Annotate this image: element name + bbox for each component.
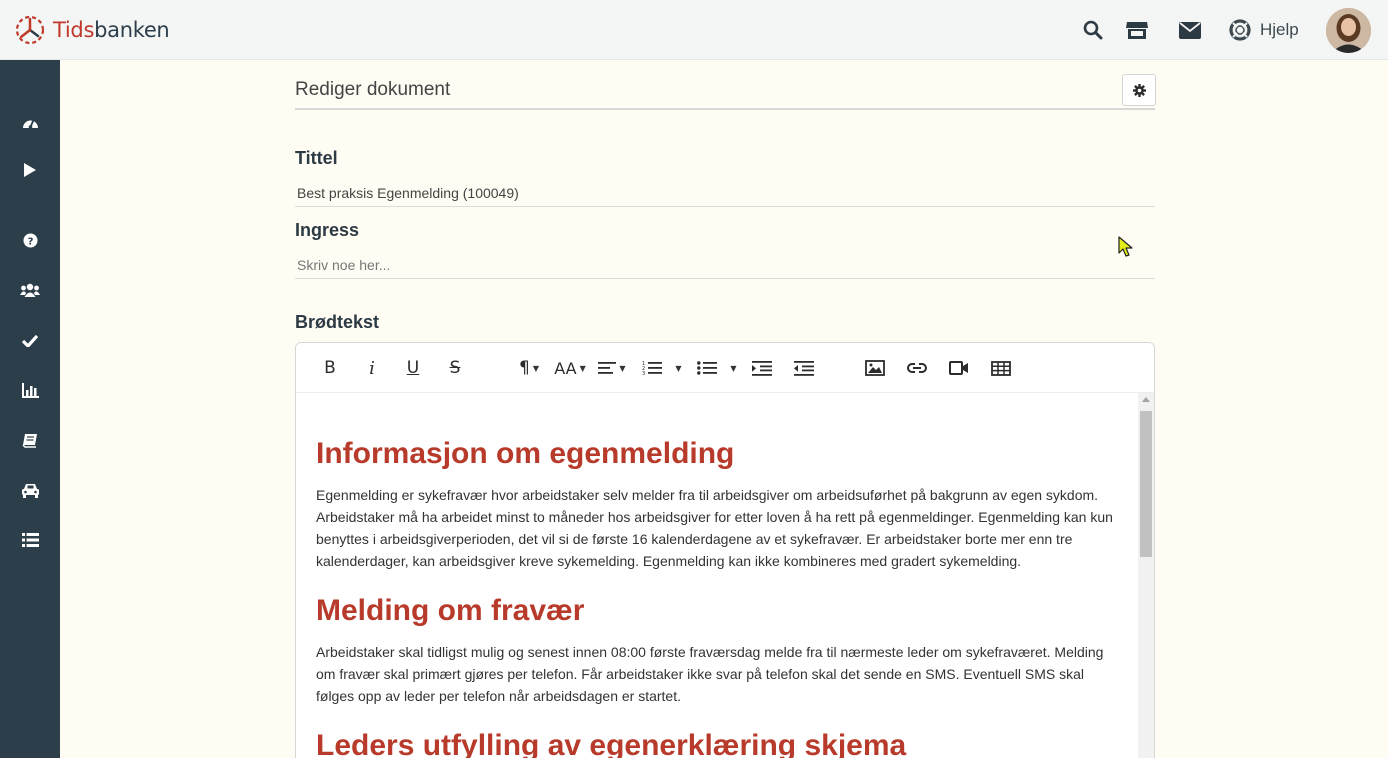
store-icon[interactable] [1125, 18, 1149, 42]
insert-link-button[interactable] [906, 355, 928, 381]
bold-button[interactable]: B [320, 355, 340, 381]
chevron-down-icon: ▼ [619, 363, 626, 373]
header-divider [295, 108, 1155, 110]
users-icon[interactable] [20, 280, 40, 300]
strikethrough-button[interactable]: S [445, 355, 465, 381]
doc-paragraph-2: Arbeidstaker skal tidligst mulig og sene… [316, 644, 1104, 704]
editor-toolbar: B i U S ¶ ▼ AA ▼ ▼ 123 ▼ ▼ [296, 343, 1154, 393]
scroll-thumb[interactable] [1140, 411, 1152, 557]
doc-heading-3: Leders utfylling av egenerklæring skjema [316, 729, 907, 758]
ordered-list-button[interactable]: 123 [641, 355, 663, 381]
indent-icon [752, 361, 772, 376]
svg-text:?: ? [27, 236, 33, 247]
search-icon[interactable] [1081, 18, 1105, 42]
italic-label: i [369, 357, 375, 379]
outdent-icon [794, 361, 814, 376]
align-button[interactable]: ▼ [596, 355, 628, 381]
lifebuoy-icon[interactable] [1228, 18, 1252, 42]
paragraph-icon: ¶ [519, 358, 530, 378]
bullet-list-button[interactable] [696, 355, 718, 381]
page-title: Rediger dokument [295, 79, 451, 100]
scroll-up-arrow-icon[interactable] [1142, 397, 1150, 402]
paragraph-format-button[interactable]: ¶ ▼ [514, 355, 544, 381]
insert-image-button[interactable] [864, 355, 886, 381]
chevron-down-icon: ▼ [579, 363, 586, 373]
avatar[interactable] [1326, 8, 1371, 53]
font-size-button[interactable]: AA ▼ [553, 355, 587, 381]
dashboard-icon[interactable] [20, 112, 40, 132]
bullet-list-dropdown[interactable]: ▼ [727, 355, 737, 381]
gear-icon [1132, 83, 1146, 97]
link-icon [907, 363, 927, 373]
table-icon [991, 360, 1011, 376]
doc-heading-1: Informasjon om egenmelding [316, 437, 735, 470]
doc-heading-2: Melding om fravær [316, 594, 585, 627]
strikethrough-label: S [449, 358, 461, 378]
body-label: Brødtekst [295, 312, 380, 332]
ingress-label: Ingress [295, 220, 360, 240]
ordered-list-dropdown[interactable]: ▼ [672, 355, 682, 381]
underline-label: U [406, 358, 420, 378]
sidebar: ? [0, 60, 60, 758]
video-icon [949, 361, 968, 375]
italic-button[interactable]: i [362, 355, 382, 381]
font-size-icon: AA [554, 358, 577, 378]
chevron-down-icon: ▼ [675, 363, 682, 373]
title-input[interactable] [295, 179, 1155, 207]
help-link[interactable]: Hjelp [1260, 20, 1299, 40]
chevron-down-icon: ▼ [532, 363, 539, 373]
align-left-icon [598, 362, 617, 374]
list-icon[interactable] [20, 530, 40, 550]
logo-icon [15, 15, 45, 45]
rich-text-editor: B i U S ¶ ▼ AA ▼ ▼ 123 ▼ ▼ Informasjon o… [295, 342, 1155, 758]
brand-name: Tidsbanken [53, 18, 170, 42]
ingress-input[interactable] [295, 251, 1155, 279]
top-bar: Tidsbanken Hjelp [0, 0, 1388, 60]
insert-video-button[interactable] [948, 355, 970, 381]
play-icon[interactable] [20, 160, 40, 180]
settings-button[interactable] [1122, 74, 1156, 106]
book-icon[interactable] [20, 430, 40, 450]
editor-content[interactable]: Informasjon om egenmelding Egenmelding e… [296, 393, 1138, 758]
brand-logo[interactable]: Tidsbanken [14, 14, 170, 46]
image-icon [865, 360, 885, 376]
svg-text:3: 3 [642, 371, 645, 376]
check-icon[interactable] [20, 330, 40, 350]
mouse-cursor-icon [1118, 236, 1133, 257]
insert-table-button[interactable] [990, 355, 1012, 381]
car-icon[interactable] [20, 480, 40, 500]
bullet-list-icon [697, 361, 717, 375]
bold-label: B [324, 358, 336, 378]
indent-button[interactable] [751, 355, 773, 381]
ordered-list-icon: 123 [642, 361, 662, 376]
title-label: Tittel [295, 148, 338, 168]
editor-scrollbar[interactable] [1138, 393, 1154, 758]
underline-button[interactable]: U [403, 355, 423, 381]
doc-paragraph-1: Egenmelding er sykefravær hvor arbeidsta… [316, 487, 1113, 569]
help-circle-icon[interactable]: ? [20, 230, 40, 250]
mail-icon[interactable] [1178, 18, 1202, 42]
bar-chart-icon[interactable] [20, 380, 40, 400]
outdent-button[interactable] [793, 355, 815, 381]
chevron-down-icon: ▼ [730, 363, 737, 373]
